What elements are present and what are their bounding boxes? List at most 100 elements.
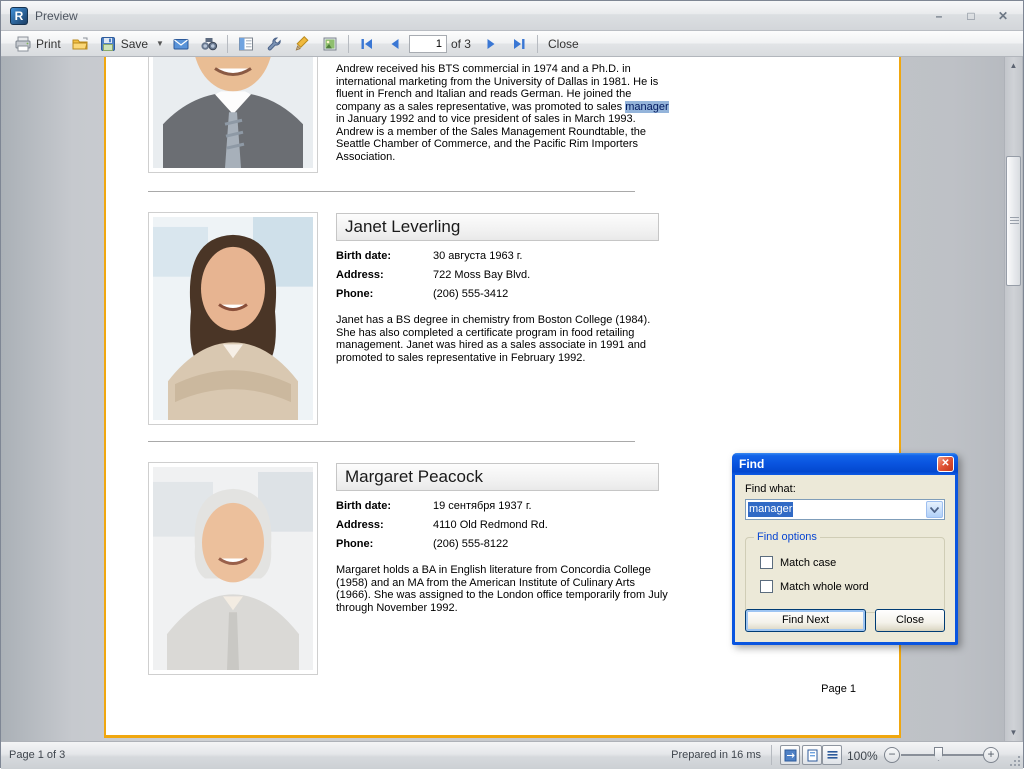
- field-value: (206) 555-3412: [433, 288, 508, 300]
- find-dialog-title: Find: [739, 457, 764, 471]
- zoom-out-button[interactable]: −: [884, 747, 900, 763]
- zoom-slider-track[interactable]: [901, 754, 985, 756]
- field-label: Phone:: [336, 288, 373, 300]
- employee-name-header: Janet Leverling: [336, 213, 659, 241]
- field-label: Birth date:: [336, 500, 391, 512]
- field-row: Birth date: 19 сентября 1937 г.: [336, 500, 666, 514]
- field-label: Birth date:: [336, 250, 391, 262]
- last-page-button[interactable]: [505, 33, 533, 55]
- scrollbar-grip: [1010, 217, 1019, 218]
- page-width-icon: [784, 749, 797, 762]
- chevron-down-icon: [930, 507, 939, 513]
- report-app-icon: R: [10, 7, 28, 25]
- status-page-info: Page 1 of 3: [9, 749, 65, 761]
- field-value: 722 Moss Bay Blvd.: [433, 269, 530, 281]
- resize-grip[interactable]: [1008, 754, 1020, 766]
- search-highlight: manager: [625, 101, 668, 113]
- bio-text: in January 1992 and to vice president of…: [336, 113, 646, 163]
- scrollbar-thumb[interactable]: [1006, 156, 1021, 286]
- save-floppy-icon: [99, 35, 117, 53]
- picture-icon: [321, 35, 339, 53]
- find-options-group: Find options Match case Match whole word: [745, 537, 945, 613]
- find-what-combobox[interactable]: manager: [745, 499, 945, 520]
- employee-name: Margaret Peacock: [345, 467, 483, 486]
- preview-toolbar: Print Save ▼: [1, 31, 1023, 57]
- status-bar: Page 1 of 3 Prepared in 16 ms 100% −: [1, 741, 1023, 769]
- open-folder-icon: [71, 35, 89, 53]
- find-dialog-titlebar[interactable]: Find ✕: [732, 453, 958, 475]
- page-number-input[interactable]: [409, 35, 447, 53]
- close-preview-button[interactable]: Close: [542, 35, 585, 53]
- search-button[interactable]: [195, 33, 223, 55]
- find-next-button[interactable]: Find Next: [745, 609, 866, 632]
- open-button[interactable]: [66, 33, 94, 55]
- thumbnails-icon: [237, 35, 255, 53]
- match-whole-word-checkbox[interactable]: [760, 580, 773, 593]
- match-case-checkbox[interactable]: [760, 556, 773, 569]
- find-what-label: Find what:: [745, 483, 796, 495]
- first-page-button[interactable]: [353, 33, 381, 55]
- preview-window: R Preview – □ ✕ Print: [0, 0, 1024, 768]
- save-dropdown-arrow[interactable]: ▼: [153, 39, 167, 48]
- field-row: Address: 4110 Old Redmond Rd.: [336, 519, 666, 533]
- envelope-icon: [172, 35, 190, 53]
- page-count-label: of 3: [451, 37, 471, 51]
- employee-bio-margaret: Margaret holds a BA in English literatur…: [336, 564, 670, 614]
- whole-page-view-button[interactable]: [802, 745, 822, 765]
- print-label: Print: [36, 37, 61, 51]
- last-page-icon: [510, 35, 528, 53]
- title-bar: R Preview – □ ✕: [1, 1, 1023, 31]
- combo-dropdown-button[interactable]: [926, 501, 943, 518]
- zoom-percentage: 100%: [847, 749, 878, 763]
- send-email-button[interactable]: [167, 33, 195, 55]
- maximize-button[interactable]: □: [961, 7, 981, 24]
- employee-name-header: Margaret Peacock: [336, 463, 659, 491]
- close-window-button[interactable]: ✕: [993, 7, 1013, 24]
- employee-photo-margaret: [148, 462, 318, 675]
- next-page-button[interactable]: [477, 33, 505, 55]
- previous-page-button[interactable]: [381, 33, 409, 55]
- binoculars-icon: [200, 35, 218, 53]
- field-value: (206) 555-8122: [433, 538, 508, 550]
- previous-page-icon: [386, 35, 404, 53]
- print-button[interactable]: Print: [9, 33, 66, 55]
- first-page-icon: [358, 35, 376, 53]
- field-value: 19 сентября 1937 г.: [433, 500, 532, 512]
- multiple-pages-view-button[interactable]: [822, 745, 842, 765]
- employee-photo-andrew: [148, 57, 318, 173]
- employee-photo-janet: [148, 212, 318, 425]
- scroll-down-arrow[interactable]: ▼: [1005, 724, 1022, 741]
- minimize-button[interactable]: –: [929, 7, 949, 24]
- find-dialog: Find ✕ Find what: manager Find options: [732, 453, 958, 645]
- find-close-button[interactable]: Close: [875, 609, 945, 632]
- customize-button[interactable]: [260, 33, 288, 55]
- find-dialog-close-icon[interactable]: ✕: [937, 456, 954, 472]
- whole-page-icon: [806, 749, 819, 762]
- watermark-button[interactable]: [316, 33, 344, 55]
- printer-icon: [14, 35, 32, 53]
- zoom-slider-thumb[interactable]: [934, 747, 943, 761]
- field-label: Address:: [336, 269, 384, 281]
- search-text-selected: manager: [748, 502, 793, 517]
- wrench-icon: [265, 35, 283, 53]
- window-title: Preview: [35, 9, 78, 23]
- status-separator: [771, 745, 772, 765]
- employee-bio-janet: Janet has a BS degree in chemistry from …: [336, 314, 670, 364]
- field-row: Phone: (206) 555-8122: [336, 538, 666, 552]
- multiple-pages-icon: [826, 749, 839, 762]
- edit-button[interactable]: [288, 33, 316, 55]
- scroll-up-arrow[interactable]: ▲: [1005, 57, 1022, 74]
- vertical-scrollbar[interactable]: ▲ ▼: [1004, 57, 1022, 741]
- page-footer: Page 1: [821, 683, 856, 695]
- save-button[interactable]: Save: [94, 33, 153, 55]
- thumbnails-panel-button[interactable]: [232, 33, 260, 55]
- find-options-label: Find options: [754, 531, 820, 543]
- field-value: 30 августа 1963 г.: [433, 250, 522, 262]
- field-row: Address: 722 Moss Bay Blvd.: [336, 269, 666, 283]
- page-width-view-button[interactable]: [780, 745, 800, 765]
- status-prepared: Prepared in 16 ms: [671, 749, 761, 761]
- toolbar-separator: [537, 35, 538, 53]
- zoom-in-button[interactable]: +: [983, 747, 999, 763]
- next-page-icon: [482, 35, 500, 53]
- bio-text: Andrew received his BTS commercial in 19…: [336, 63, 658, 113]
